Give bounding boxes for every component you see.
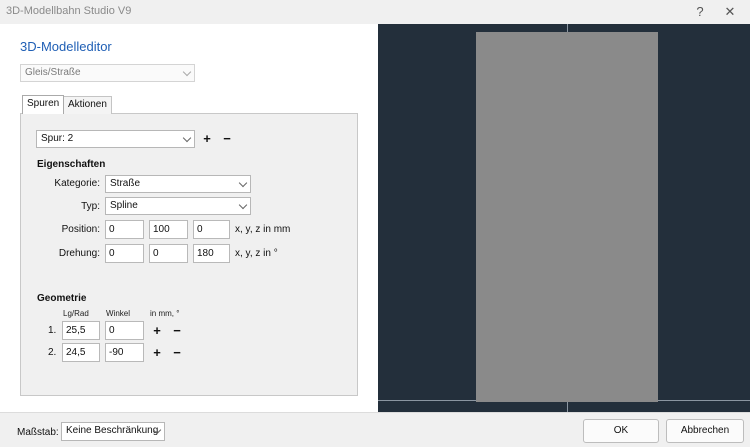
ok-button[interactable]: OK	[583, 419, 659, 443]
track-select[interactable]: Spur: 2	[36, 130, 195, 148]
position-label: Position:	[61, 224, 100, 235]
geometry-col-unit: in mm, °	[150, 309, 180, 318]
add-track-button[interactable]: +	[200, 132, 214, 146]
type-select[interactable]: Spline	[105, 197, 251, 215]
rotation-unit: x, y, z in °	[235, 248, 278, 259]
track-select-value: Spur: 2	[41, 133, 74, 144]
title-bar: 3D-Modellbahn Studio V9 ? ✕	[0, 0, 750, 24]
category-label: Kategorie:	[54, 178, 100, 189]
chevron-down-icon	[182, 67, 192, 77]
chevron-down-icon	[238, 178, 248, 188]
rotation-y-input[interactable]: 0	[149, 244, 188, 263]
rotation-label: Drehung:	[58, 248, 100, 259]
tab-aktionen[interactable]: Aktionen	[63, 96, 112, 114]
add-segment-button[interactable]: +	[150, 324, 164, 338]
position-y-input[interactable]: 100	[149, 220, 188, 239]
add-segment-button[interactable]: +	[150, 346, 164, 360]
editor-title: 3D-Modelleditor	[20, 39, 112, 54]
preview-model-shape	[476, 32, 658, 402]
tab-spuren[interactable]: Spuren	[22, 95, 65, 114]
scale-label: Maßstab:	[17, 427, 59, 438]
rotation-z-input[interactable]: 180	[193, 244, 230, 263]
close-button[interactable]: ✕	[720, 2, 740, 22]
geometry-col-length: Lg/Rad	[63, 309, 89, 318]
type-value: Spline	[110, 200, 138, 211]
chevron-down-icon	[182, 133, 192, 143]
geometry-angle-input[interactable]: -90	[105, 343, 144, 362]
object-type-value: Gleis/Straße	[25, 67, 81, 78]
chevron-down-icon	[238, 200, 248, 210]
geometry-row-index: 1.	[48, 325, 57, 336]
category-value: Straße	[110, 178, 141, 189]
help-button[interactable]: ?	[690, 2, 710, 22]
geometry-length-input[interactable]: 25,5	[62, 321, 100, 340]
type-label: Typ:	[81, 201, 100, 212]
position-z-input[interactable]: 0	[193, 220, 230, 239]
object-type-select[interactable]: Gleis/Straße	[20, 64, 195, 82]
remove-segment-button[interactable]: −	[170, 346, 184, 360]
scale-select[interactable]: Keine Beschränkung	[61, 422, 165, 441]
category-select[interactable]: Straße	[105, 175, 251, 193]
rotation-x-input[interactable]: 0	[105, 244, 144, 263]
geometry-heading: Geometrie	[37, 293, 87, 304]
cancel-button[interactable]: Abbrechen	[666, 419, 744, 443]
3d-preview-viewport[interactable]	[378, 24, 750, 412]
geometry-col-angle: Winkel	[106, 309, 131, 318]
remove-segment-button[interactable]: −	[170, 324, 184, 338]
position-unit: x, y, z in mm	[235, 224, 291, 235]
properties-heading: Eigenschaften	[37, 159, 106, 170]
geometry-row-index: 2.	[48, 347, 57, 358]
scale-value: Keine Beschränkung	[66, 425, 159, 436]
geometry-angle-input[interactable]: 0	[105, 321, 144, 340]
geometry-length-input[interactable]: 24,5	[62, 343, 100, 362]
remove-track-button[interactable]: −	[220, 132, 234, 146]
position-x-input[interactable]: 0	[105, 220, 144, 239]
window-title: 3D-Modellbahn Studio V9	[6, 5, 132, 17]
